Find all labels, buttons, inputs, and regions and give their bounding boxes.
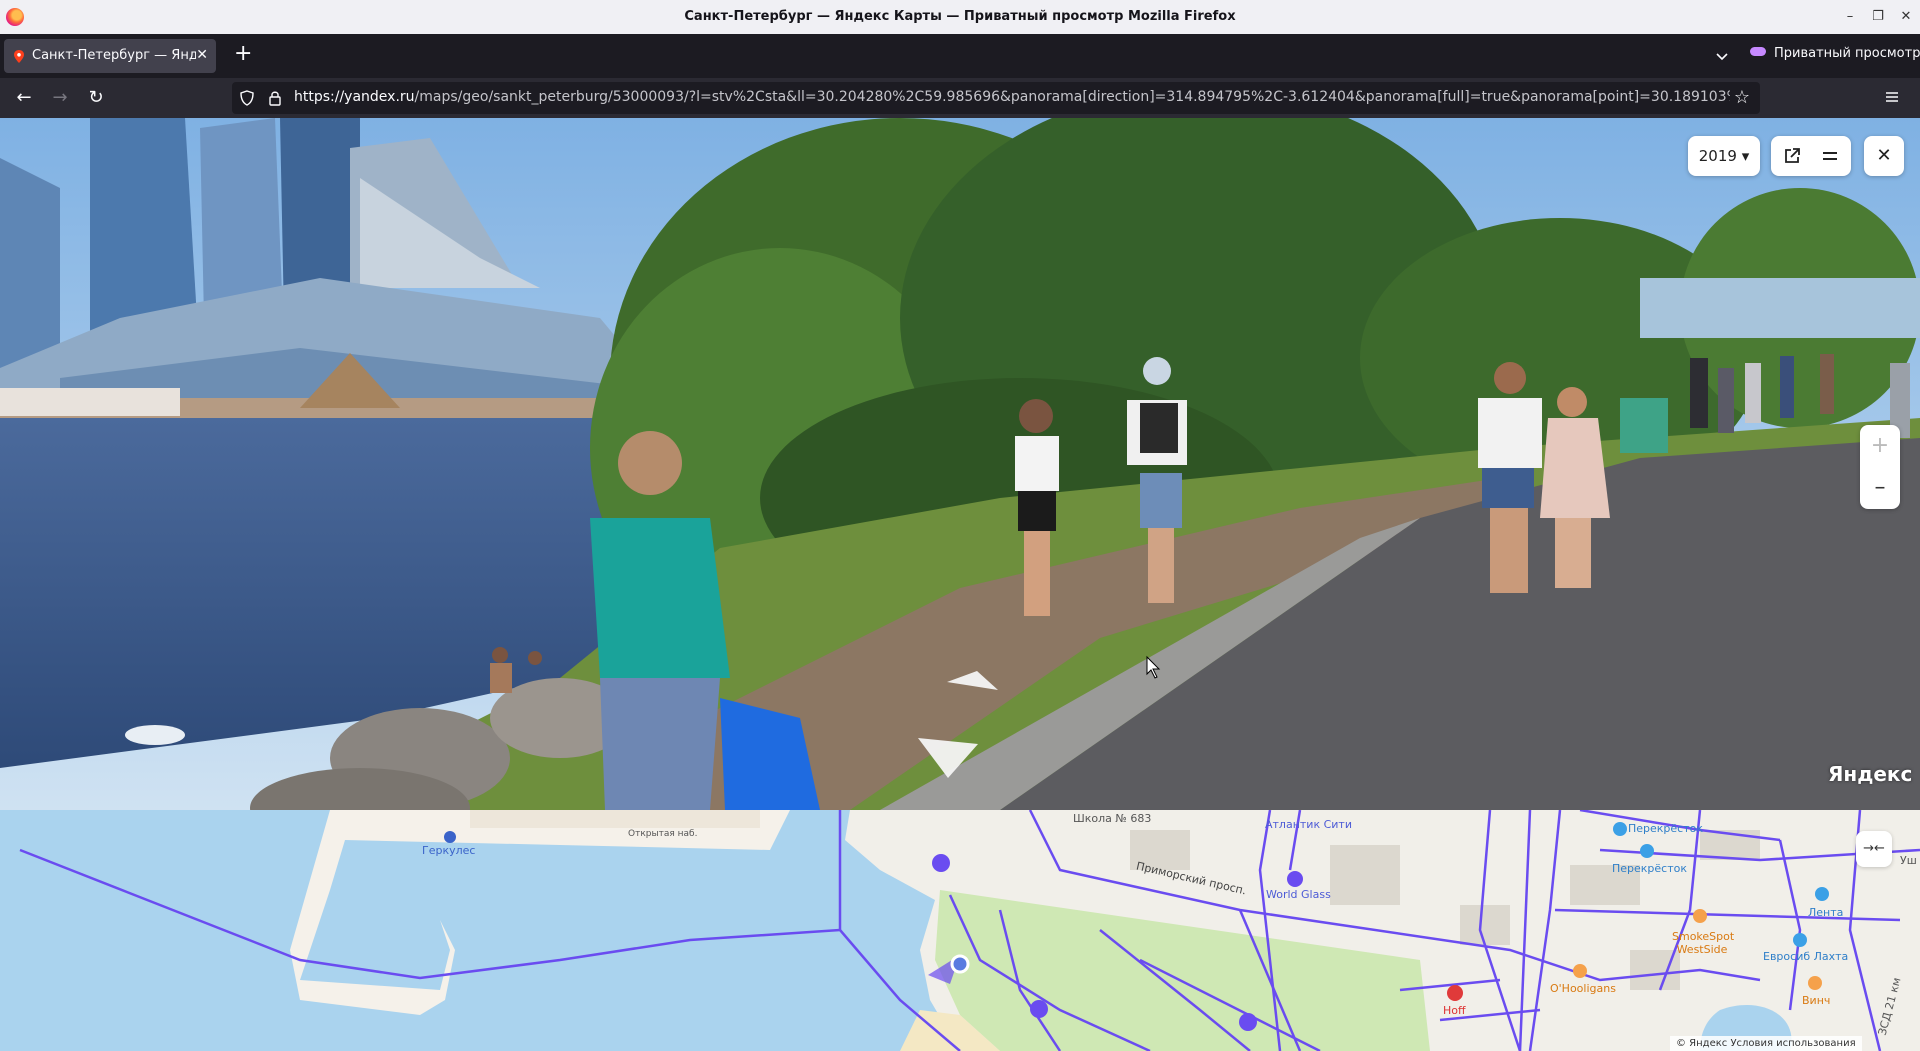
navigation-toolbar: ← → ↻ https://yandex.ru/maps/geo/sankt_p… [0,78,1920,118]
close-window-button[interactable]: ✕ [1896,7,1916,27]
restore-button[interactable]: ❐ [1868,7,1888,27]
forward-button[interactable]: → [48,86,72,110]
distant-water [1640,278,1920,338]
tent-structures [0,388,180,416]
chevron-down-icon[interactable] [1714,48,1730,64]
private-browsing-indicator: Приватный просмотр [1750,46,1920,61]
label-world-glass[interactable]: World Glass [1266,888,1331,901]
lock-icon[interactable] [268,90,282,106]
window-title: Санкт-Петербург — Яндекс Карты — Приватн… [684,9,1236,24]
panorama-tools [1771,136,1851,176]
url-bar[interactable]: https://yandex.ru/maps/geo/sankt_peterbu… [232,82,1760,114]
private-label: Приватный просмотр [1774,46,1920,61]
url-domain: https://yandex.ru [294,89,415,105]
bookmark-star-icon[interactable]: ☆ [1734,87,1750,108]
close-tab-button[interactable]: ✕ [196,47,208,63]
private-mask-icon [1750,47,1766,56]
label-smokespot[interactable]: SmokeSpot WestSide [1672,930,1734,956]
yandex-maps-pin-icon [14,50,24,63]
yandex-watermark: Яндекс [1828,762,1913,786]
label-gerkules[interactable]: Геркулес [422,844,475,857]
hamburger-menu-icon[interactable] [1883,88,1901,106]
pier-top [470,810,760,828]
zoom-in-button[interactable]: + [1860,425,1900,467]
url-path: /maps/geo/sankt_peterburg/53000093/?l=st… [414,89,1730,105]
minimize-button[interactable]: – [1840,7,1860,27]
label-perekrestok-2[interactable]: Перекрёсток [1612,862,1687,875]
map-canvas[interactable] [0,810,1920,1051]
tab-label: Санкт-Петербург — Яндекс Карты [32,48,196,63]
panorama-scene[interactable] [0,118,1920,810]
year-selector-button[interactable]: 2019 ▾ [1688,136,1760,176]
label-hoff[interactable]: Hoff [1443,1004,1466,1017]
external-link-icon[interactable] [1783,147,1801,165]
reload-button[interactable]: ↻ [84,86,108,110]
label-vinch[interactable]: Винч [1802,994,1830,1007]
close-panorama-button[interactable]: ✕ [1864,136,1904,176]
panorama-zoom-control: + – [1860,425,1900,509]
menu-icon[interactable] [1821,147,1839,165]
label-perekrestok-1[interactable]: Перекрёсток [1628,822,1703,835]
tab-strip: Санкт-Петербург — Яндекс Карты ✕ + Прива… [0,34,1920,78]
label-ohooligans[interactable]: O'Hooligans [1550,982,1616,995]
label-ush: Уш [1900,854,1917,867]
current-position-marker [950,954,970,974]
back-button[interactable]: ← [12,86,36,110]
label-evrosib[interactable]: Евросиб Лахта [1763,950,1848,963]
street-panorama[interactable]: 2019 ▾ ✕ + – Яндекс [0,118,1920,810]
new-tab-button[interactable]: + [234,41,252,66]
label-school: Школа № 683 [1073,812,1152,825]
url-text[interactable]: https://yandex.ru/maps/geo/sankt_peterbu… [294,89,1730,105]
label-atlantic-city[interactable]: Атлантик Сити [1265,818,1352,831]
zoom-out-button[interactable]: – [1860,467,1900,509]
mini-map[interactable]: Школа № 683 Атлантик Сити Перекрёсток Пе… [0,810,1920,1051]
label-lenta[interactable]: Лента [1808,906,1843,919]
label-open-embankment: Открытая наб. [628,829,698,839]
collapse-map-button[interactable]: →← [1856,831,1892,867]
map-copyright[interactable]: © Яндекс Условия использования [1670,1036,1862,1051]
window-titlebar: Санкт-Петербург — Яндекс Карты — Приватн… [0,0,1920,34]
tracking-protection-shield-icon[interactable] [240,90,254,106]
tab-yandex-maps[interactable]: Санкт-Петербург — Яндекс Карты ✕ [4,39,216,73]
